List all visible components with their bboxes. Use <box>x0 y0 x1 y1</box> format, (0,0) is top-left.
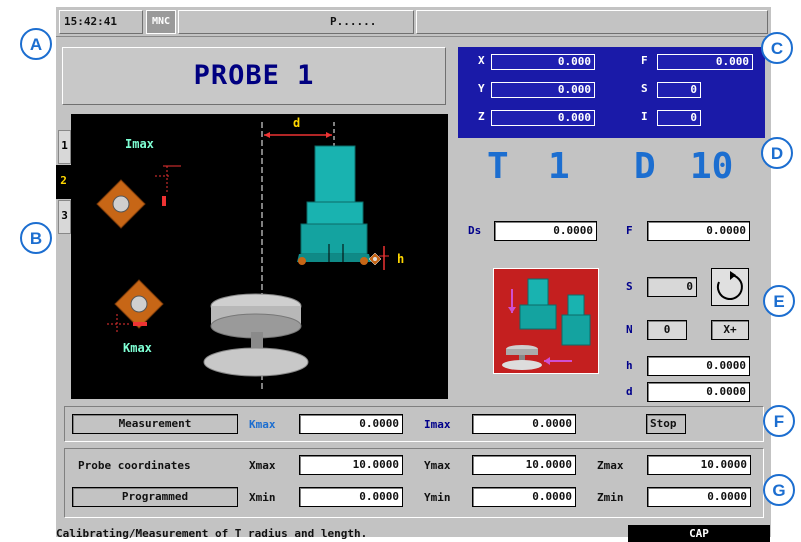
ymax-field[interactable]: 10.0000 <box>472 455 576 475</box>
kmax-insert-icon <box>107 279 164 334</box>
ymin-field[interactable]: 0.0000 <box>472 487 576 507</box>
zmin-label: Zmin <box>597 491 624 504</box>
tab-2[interactable]: 2 <box>56 165 71 199</box>
f-param-label: F <box>626 224 633 237</box>
y-position-field[interactable]: 0.000 <box>491 82 595 98</box>
speed-label: S <box>641 82 648 95</box>
d-dimension-label: d <box>293 116 301 130</box>
h-param-field[interactable]: 0.0000 <box>647 356 750 376</box>
imax-label: Imax <box>125 137 154 151</box>
tool-insert-icon <box>368 252 382 266</box>
callout-d: D <box>761 137 793 169</box>
d-param-field[interactable]: 0.0000 <box>647 382 750 402</box>
stop-button[interactable]: Stop <box>646 414 686 434</box>
s-param-field[interactable]: 0 <box>647 277 697 297</box>
imax-field[interactable]: 0.0000 <box>472 414 576 434</box>
imax-insert-icon <box>96 165 181 229</box>
callout-b: B <box>20 222 52 254</box>
status-empty-cell <box>416 10 768 34</box>
callout-g: G <box>763 474 795 506</box>
status-message: Calibrating/Measurement of T radius and … <box>56 527 368 540</box>
zmax-label: Zmax <box>597 459 624 472</box>
xmax-label: Xmax <box>249 459 276 472</box>
callout-e: E <box>763 285 795 317</box>
xmin-field[interactable]: 0.0000 <box>299 487 403 507</box>
tab-1[interactable]: 1 <box>58 130 71 164</box>
y-axis-label: Y <box>478 82 485 95</box>
probe-diagram: d h Imax Kmax <box>71 114 448 399</box>
i-label: I <box>641 110 648 123</box>
n-param-field[interactable]: 0 <box>647 320 687 340</box>
kmax-field[interactable]: 0.0000 <box>299 414 403 434</box>
axis-direction-field[interactable]: X+ <box>711 320 749 340</box>
mode-badge: MNC <box>146 10 176 34</box>
ds-field[interactable]: 0.0000 <box>494 221 597 241</box>
measurement-mode-button[interactable]: Measurement <box>72 414 238 434</box>
zmax-field[interactable]: 10.0000 <box>647 455 751 475</box>
x-axis-label: X <box>478 54 485 67</box>
cap-indicator: CAP <box>628 525 770 542</box>
h-param-label: h <box>626 359 633 372</box>
feed-label: F <box>641 54 648 67</box>
kmax-field-label: Kmax <box>249 418 276 431</box>
spindle-direction-button[interactable] <box>711 268 749 306</box>
kmax-label: Kmax <box>123 341 152 355</box>
h-dimension-label: h <box>397 252 405 266</box>
z-position-field[interactable]: 0.000 <box>491 110 595 126</box>
imax-field-label: Imax <box>424 418 451 431</box>
probe-disk-icon <box>203 293 309 377</box>
xmax-field[interactable]: 10.0000 <box>299 455 403 475</box>
s-param-label: S <box>626 280 633 293</box>
programmed-button[interactable]: Programmed <box>72 487 238 507</box>
program-name: P...... <box>330 15 377 28</box>
zmin-field[interactable]: 0.0000 <box>647 487 751 507</box>
callout-a: A <box>20 28 52 60</box>
tool-t-value: 1 <box>548 146 570 187</box>
milling-tool-icon <box>297 145 371 265</box>
d-param-label: d <box>626 385 633 398</box>
n-param-label: N <box>626 323 633 336</box>
tab-3[interactable]: 3 <box>58 200 71 234</box>
speed-field[interactable]: 0 <box>657 82 701 98</box>
status-program-cell <box>178 10 414 34</box>
feed-field[interactable]: 0.000 <box>657 54 753 70</box>
coordinates-panel: X 0.000 Y 0.000 Z 0.000 F 0.000 S 0 I 0 <box>458 47 765 138</box>
page-title: PROBE 1 <box>193 60 315 91</box>
calibration-tool-icon <box>502 278 591 370</box>
probe-coordinates-label: Probe coordinates <box>78 459 191 472</box>
calibration-graphic <box>493 268 599 374</box>
z-axis-label: Z <box>478 110 485 123</box>
clock: 15:42:41 <box>59 10 143 34</box>
callout-c: C <box>761 32 793 64</box>
tool-d-label: D <box>634 146 656 187</box>
ymin-label: Ymin <box>424 491 451 504</box>
f-param-field[interactable]: 0.0000 <box>647 221 750 241</box>
x-position-field[interactable]: 0.000 <box>491 54 595 70</box>
ds-label: Ds <box>468 224 482 237</box>
rotate-clockwise-icon <box>716 271 743 300</box>
xmin-label: Xmin <box>249 491 276 504</box>
probe-diagram-svg <box>96 122 389 389</box>
tool-t-label: T <box>487 146 509 187</box>
callout-f: F <box>763 405 795 437</box>
title-panel: PROBE 1 <box>62 47 446 105</box>
tool-d-value: 10 <box>690 146 734 187</box>
i-field[interactable]: 0 <box>657 110 701 126</box>
ymax-label: Ymax <box>424 459 451 472</box>
